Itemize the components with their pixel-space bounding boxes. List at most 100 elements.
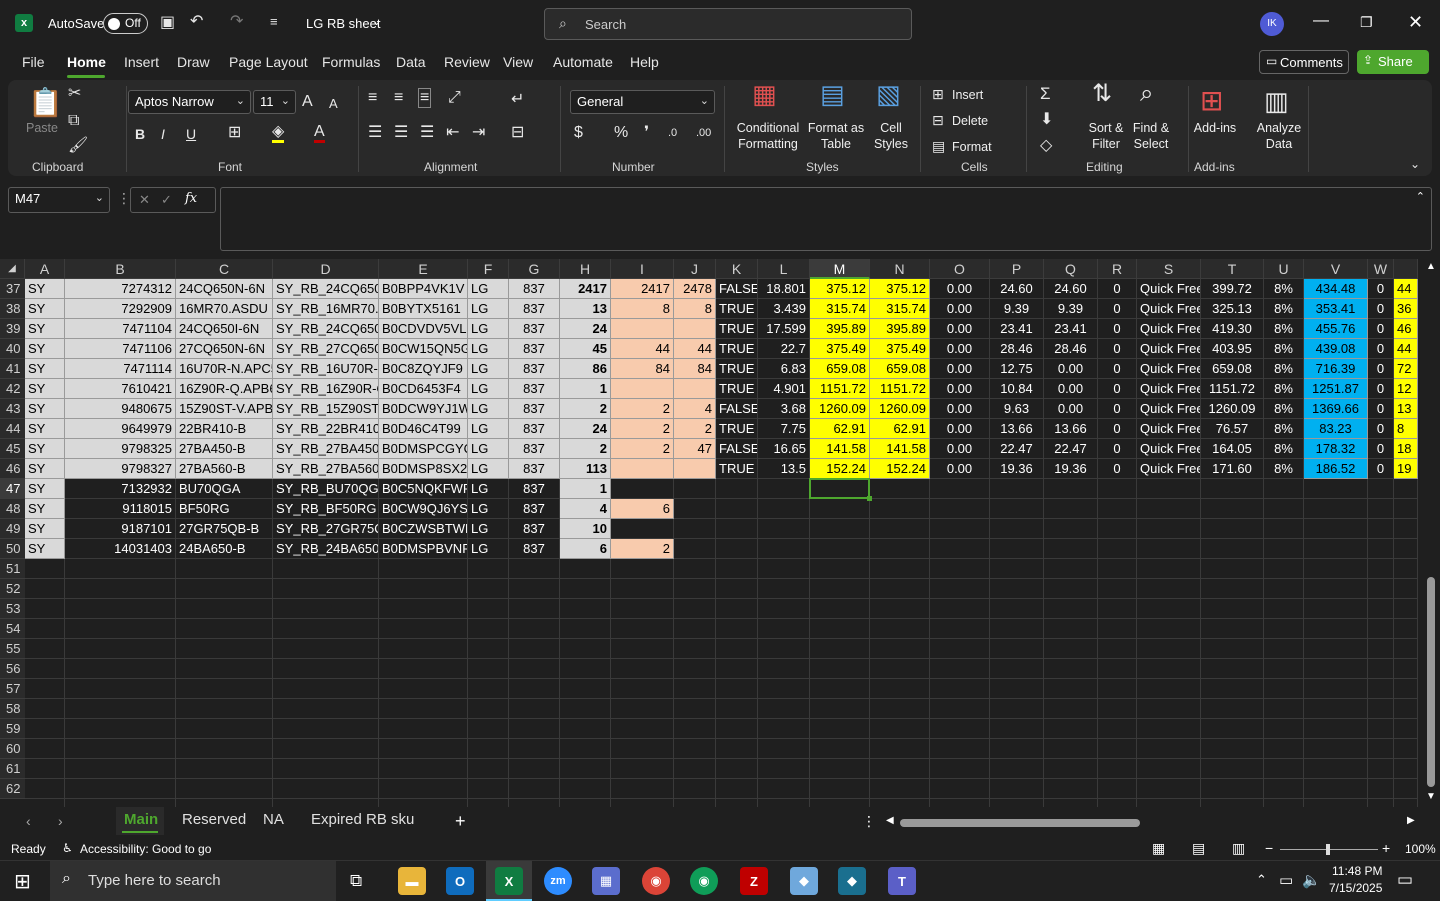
row-header-57[interactable]: 57: [0, 679, 25, 699]
cell-j42[interactable]: [674, 379, 716, 399]
spreadsheet-grid[interactable]: ◢ A B C D E F G H I J K L M N O P Q R S T U V W 37 SY 7274312 24CQ6…: [0, 259, 1440, 807]
cell-d47[interactable]: SY_RB_BU70QGA: [273, 479, 379, 499]
column-header-a[interactable]: A: [25, 259, 65, 279]
cell-q38[interactable]: 9.39: [1044, 299, 1098, 319]
cell-h49[interactable]: 10: [560, 519, 611, 539]
column-header-r[interactable]: R: [1098, 259, 1137, 279]
insert-cells-icon[interactable]: ⊞: [932, 86, 944, 102]
increase-indent-icon[interactable]: ⇥: [472, 125, 485, 141]
decrease-decimal-icon[interactable]: .00: [696, 125, 711, 141]
cell-k42[interactable]: TRUE: [716, 379, 758, 399]
row-header-38[interactable]: 38: [0, 299, 25, 319]
cell-c46[interactable]: 27BA560-B: [176, 459, 273, 479]
more-options-icon[interactable]: ⋮: [117, 190, 131, 207]
empty-row[interactable]: [25, 699, 1418, 719]
cell-l44[interactable]: 7.75: [758, 419, 810, 439]
cell-m44[interactable]: 62.91: [810, 419, 870, 439]
cell-v50[interactable]: [1304, 539, 1368, 559]
row-header-44[interactable]: 44: [0, 419, 25, 439]
cell-j40[interactable]: 44: [674, 339, 716, 359]
cell-b45[interactable]: 9798325: [65, 439, 176, 459]
cell-w41[interactable]: 0: [1368, 359, 1394, 379]
cell-r47[interactable]: [1098, 479, 1137, 499]
outlook-icon[interactable]: O: [446, 867, 474, 895]
cell-u46[interactable]: 8%: [1264, 459, 1304, 479]
cell-j38[interactable]: 8: [674, 299, 716, 319]
cell-w37[interactable]: 0: [1368, 279, 1394, 299]
cell-o42[interactable]: 0.00: [930, 379, 990, 399]
cell-r39[interactable]: 0: [1098, 319, 1137, 339]
cell-r43[interactable]: 0: [1098, 399, 1137, 419]
format-as-table-label-2[interactable]: Table: [804, 136, 868, 152]
calculator-icon[interactable]: ▦: [592, 867, 620, 895]
cell-g43[interactable]: 837: [509, 399, 560, 419]
next-sheet-icon[interactable]: ›: [58, 813, 63, 829]
column-header-h[interactable]: H: [560, 259, 611, 279]
cell-p45[interactable]: 22.47: [990, 439, 1044, 459]
cell-g45[interactable]: 837: [509, 439, 560, 459]
column-header-extra[interactable]: [1394, 259, 1418, 279]
cell-d46[interactable]: SY_RB_27BA560-B: [273, 459, 379, 479]
cell-j41[interactable]: 84: [674, 359, 716, 379]
row-header-62[interactable]: 62: [0, 779, 25, 799]
cell-d49[interactable]: SY_RB_27GR75QE: [273, 519, 379, 539]
cell-d44[interactable]: SY_RB_22BR410-B: [273, 419, 379, 439]
cell-c45[interactable]: 27BA450-B: [176, 439, 273, 459]
cell-i40[interactable]: 44: [611, 339, 674, 359]
cell-a42[interactable]: SY: [25, 379, 65, 399]
cell-b39[interactable]: 7471104: [65, 319, 176, 339]
cell-q39[interactable]: 23.41: [1044, 319, 1098, 339]
cell-k41[interactable]: TRUE: [716, 359, 758, 379]
cell-styles-icon[interactable]: ▧: [876, 81, 901, 107]
column-header-q[interactable]: Q: [1044, 259, 1098, 279]
cell-x50[interactable]: [1394, 539, 1418, 559]
cell-v48[interactable]: [1304, 499, 1368, 519]
borders-icon[interactable]: ⊞: [228, 125, 241, 141]
sort-filter-label[interactable]: Sort &: [1086, 120, 1126, 136]
cell-c38[interactable]: 16MR70.ASDU: [176, 299, 273, 319]
cell-styles-label[interactable]: Cell: [866, 120, 916, 136]
cell-u48[interactable]: [1264, 499, 1304, 519]
horizontal-scrollbar[interactable]: [900, 819, 1140, 827]
row-header-51[interactable]: 51: [0, 559, 25, 579]
sheet-tab-main[interactable]: Main: [116, 807, 164, 835]
find-select-icon[interactable]: ⌕: [1140, 82, 1153, 106]
cell-r41[interactable]: 0: [1098, 359, 1137, 379]
cell-h47[interactable]: 1: [560, 479, 611, 499]
orientation-icon[interactable]: ⤢: [448, 90, 461, 106]
cell-d45[interactable]: SY_RB_27BA450-B: [273, 439, 379, 459]
cell-j39[interactable]: [674, 319, 716, 339]
normal-view-icon[interactable]: ▦: [1152, 840, 1165, 857]
cell-j49[interactable]: [674, 519, 716, 539]
cell-h50[interactable]: 6: [560, 539, 611, 559]
cell-s39[interactable]: Quick Free: [1137, 319, 1201, 339]
cell-i44[interactable]: 2: [611, 419, 674, 439]
cell-e49[interactable]: B0CZWSBTWR: [379, 519, 468, 539]
tab-home[interactable]: Home: [67, 54, 106, 70]
cell-w47[interactable]: [1368, 479, 1394, 499]
cell-j37[interactable]: 2478: [674, 279, 716, 299]
cell-p50[interactable]: [990, 539, 1044, 559]
decrease-indent-icon[interactable]: ⇤: [446, 125, 459, 141]
app-icon[interactable]: ◆: [790, 867, 818, 895]
cell-i45[interactable]: 2: [611, 439, 674, 459]
cell-b37[interactable]: 7274312: [65, 279, 176, 299]
cell-j44[interactable]: 2: [674, 419, 716, 439]
search-box[interactable]: ⌕ Search: [544, 8, 912, 40]
column-header-e[interactable]: E: [379, 259, 468, 279]
row-header-52[interactable]: 52: [0, 579, 25, 599]
row-header-39[interactable]: 39: [0, 319, 25, 339]
cell-b50[interactable]: 14031403: [65, 539, 176, 559]
cell-g41[interactable]: 837: [509, 359, 560, 379]
tab-automate[interactable]: Automate: [553, 54, 613, 70]
prev-sheet-icon[interactable]: ‹: [26, 813, 31, 829]
cell-w38[interactable]: 0: [1368, 299, 1394, 319]
cell-s47[interactable]: [1137, 479, 1201, 499]
cell-l48[interactable]: [758, 499, 810, 519]
cell-v46[interactable]: 186.52: [1304, 459, 1368, 479]
cell-p42[interactable]: 10.84: [990, 379, 1044, 399]
cell-k43[interactable]: FALSE: [716, 399, 758, 419]
cell-h40[interactable]: 45: [560, 339, 611, 359]
cell-c47[interactable]: BU70QGA: [176, 479, 273, 499]
restore-icon[interactable]: ❐: [1360, 14, 1373, 31]
